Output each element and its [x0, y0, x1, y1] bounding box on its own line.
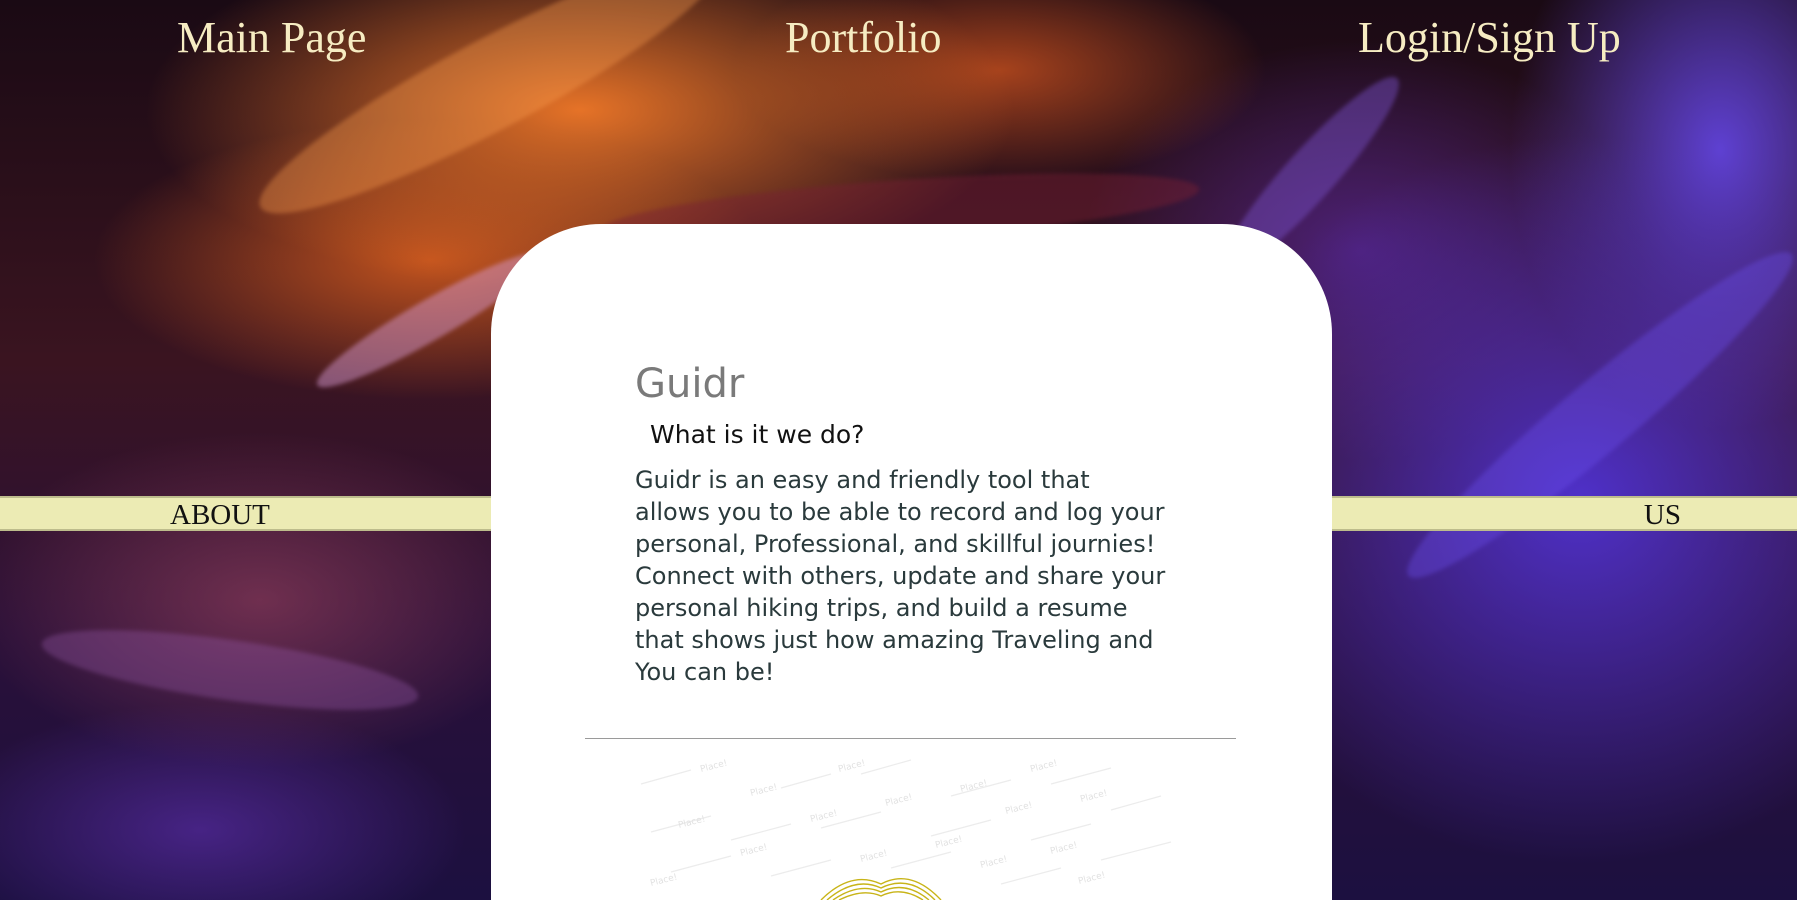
map-places-icon: Place! Place! Place! Place! Place! Place…: [640, 759, 1172, 900]
about-label: ABOUT: [170, 499, 270, 531]
us-label: US: [1643, 499, 1681, 531]
background-streak: [1385, 227, 1797, 603]
place-label: Place!: [649, 873, 678, 889]
place-label: Place!: [959, 779, 988, 795]
nav-link-portfolio[interactable]: Portfolio: [785, 12, 941, 63]
place-label: Place!: [1029, 759, 1058, 775]
card-title: Guidr: [635, 361, 745, 407]
place-label: Place!: [739, 843, 768, 859]
place-label: Place!: [934, 835, 963, 851]
card-divider: [585, 738, 1236, 739]
place-label: Place!: [749, 783, 778, 799]
place-label: Place!: [1077, 871, 1106, 887]
place-label: Place!: [979, 855, 1008, 871]
us-strip: US: [1332, 496, 1797, 531]
card-subtitle: What is it we do?: [650, 420, 865, 449]
place-label: Place!: [884, 793, 913, 809]
about-strip: ABOUT: [0, 496, 491, 531]
top-navigation: Main Page Portfolio Login/Sign Up: [0, 12, 1797, 72]
place-label: Place!: [809, 809, 838, 825]
nav-link-login-signup[interactable]: Login/Sign Up: [1358, 12, 1621, 63]
place-label: Place!: [837, 759, 866, 775]
info-card: Guidr What is it we do? Guidr is an easy…: [491, 224, 1332, 900]
place-label: Place!: [859, 849, 888, 865]
place-label: Place!: [1004, 801, 1033, 817]
card-description: Guidr is an easy and friendly tool that …: [635, 466, 1166, 686]
place-label: Place!: [677, 815, 706, 831]
map-wave-icon: [820, 877, 942, 900]
place-label: Place!: [1079, 789, 1108, 805]
nav-link-main-page[interactable]: Main Page: [177, 12, 366, 63]
place-label: Place!: [1049, 841, 1078, 857]
place-label: Place!: [699, 759, 728, 775]
background-streak: [37, 613, 423, 727]
